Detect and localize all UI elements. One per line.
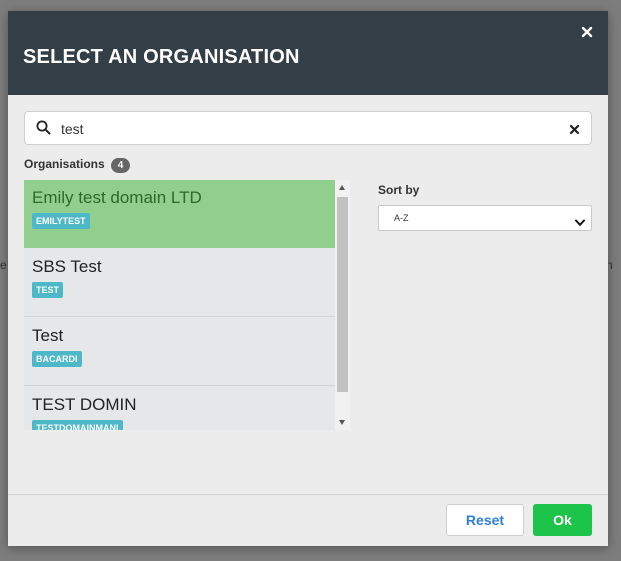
footer-divider	[8, 494, 608, 495]
chevron-down-icon	[575, 214, 585, 232]
dialog-header: SELECT AN ORGANISATION	[8, 11, 608, 95]
scroll-down-arrow-icon[interactable]	[339, 420, 345, 425]
organisation-code-badge: TESTDOMAINMANI	[32, 420, 123, 430]
search-input[interactable]	[59, 117, 563, 141]
dialog-title: SELECT AN ORGANISATION	[23, 46, 300, 68]
clear-icon[interactable]	[569, 122, 580, 140]
search-box	[24, 111, 592, 145]
organisation-name: Test	[32, 326, 64, 345]
organisation-name: SBS Test	[32, 257, 102, 276]
sort-by-label: Sort by	[378, 183, 420, 197]
select-organisation-dialog: SELECT AN ORGANISATION Organisations 4 E…	[8, 11, 608, 546]
organisation-name: TEST DOMIN	[32, 395, 137, 414]
organisation-item-sbs-test[interactable]: SBS Test TEST	[24, 249, 335, 317]
sort-by-select[interactable]: A-Z	[378, 205, 592, 231]
organisation-code-badge: TEST	[32, 282, 64, 298]
organisation-list-scrollbar[interactable]	[335, 180, 350, 430]
organisation-item-test-domin[interactable]: TEST DOMIN TESTDOMAINMANI	[24, 387, 335, 430]
sort-by-value: A-Z	[394, 213, 409, 223]
reset-button[interactable]: Reset	[446, 504, 524, 536]
organisation-list: Emily test domain LTD EMILYTEST SBS Test…	[24, 180, 350, 430]
scroll-up-arrow-icon[interactable]	[339, 185, 345, 190]
organisation-item-emily-test-domain[interactable]: Emily test domain LTD EMILYTEST	[24, 180, 335, 248]
search-icon	[36, 120, 51, 140]
organisation-code-badge: BACARDI	[32, 351, 82, 367]
organisations-label: Organisations	[24, 157, 105, 171]
backdrop-text-left: e	[0, 258, 7, 272]
organisation-code-badge: EMILYTEST	[32, 213, 90, 229]
organisation-item-test[interactable]: Test BACARDI	[24, 318, 335, 386]
scrollbar-thumb[interactable]	[337, 197, 348, 392]
organisations-count-badge: 4	[111, 158, 130, 173]
close-icon[interactable]	[580, 25, 594, 39]
organisation-name: Emily test domain LTD	[32, 188, 202, 207]
ok-button[interactable]: Ok	[533, 504, 592, 536]
